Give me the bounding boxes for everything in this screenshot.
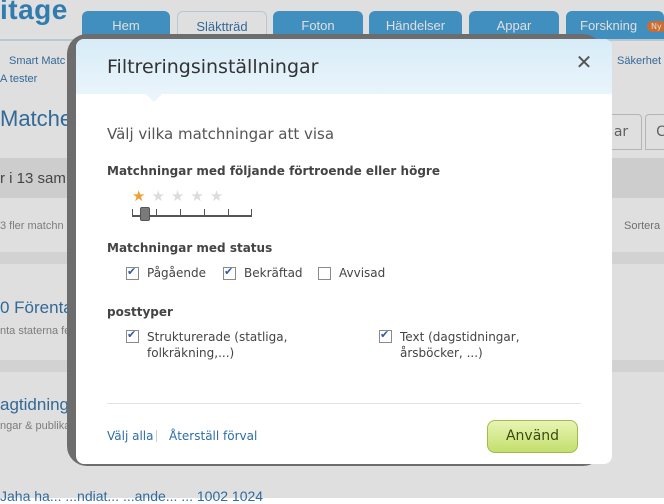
header-notch — [146, 94, 162, 102]
slider-tick — [132, 209, 133, 217]
checkbox-icon[interactable] — [318, 267, 331, 280]
confidence-slider-track[interactable] — [132, 215, 252, 217]
status-label-confirmed: Bekräftad — [244, 266, 303, 280]
status-label-rejected: Avvisad — [339, 266, 386, 280]
star-icon[interactable]: ★ — [151, 187, 170, 205]
status-checkbox-rejected[interactable]: Avvisad — [318, 266, 385, 280]
checkbox-icon[interactable] — [126, 328, 139, 343]
apply-button[interactable]: Använd — [487, 420, 578, 453]
status-label-pending: Pågående — [147, 266, 207, 280]
status-checkbox-confirmed[interactable]: Bekräftad — [223, 265, 303, 280]
dialog-title: Filtreringsinställningar — [107, 56, 319, 78]
slider-tick — [251, 209, 252, 217]
confidence-slider-handle[interactable] — [140, 207, 150, 221]
star-icon[interactable]: ★ — [132, 187, 151, 205]
checkbox-icon[interactable] — [126, 265, 139, 280]
close-icon[interactable]: ✕ — [572, 50, 596, 74]
checkbox-icon[interactable] — [223, 265, 236, 280]
reset-default-link[interactable]: Återställ förval — [169, 429, 257, 443]
posttype-label-structured: Strukturerade (statliga, folkräkning,...… — [147, 330, 288, 360]
slider-tick — [180, 209, 181, 217]
slider-tick — [228, 209, 229, 217]
slider-tick — [204, 209, 205, 217]
status-checkbox-pending[interactable]: Pågående — [126, 265, 207, 280]
confidence-label: Matchningar med följande förtroende elle… — [107, 164, 440, 178]
posttype-label-text: Text (dagstidningar, årsböcker, ...) — [400, 330, 520, 360]
status-label: Matchningar med status — [107, 241, 273, 255]
dialog-subtitle: Välj vilka matchningar att visa — [107, 125, 335, 143]
posttype-checkbox-structured[interactable]: Strukturerade (statliga, folkräkning,...… — [126, 328, 366, 361]
confidence-stars[interactable]: ★★★★★ — [132, 187, 229, 205]
checkbox-icon[interactable] — [379, 328, 392, 343]
footer-divider — [107, 403, 581, 404]
star-icon[interactable]: ★ — [190, 187, 209, 205]
link-divider — [156, 430, 157, 442]
slider-tick — [156, 209, 157, 217]
posttypes-label: posttyper — [107, 305, 173, 319]
select-all-link[interactable]: Välj alla — [107, 429, 154, 443]
star-icon[interactable]: ★ — [210, 187, 229, 205]
posttype-checkbox-text[interactable]: Text (dagstidningar, årsböcker, ...) — [379, 328, 579, 361]
filter-settings-dialog: Filtreringsinställningar ✕ Välj vilka ma… — [76, 39, 612, 464]
star-icon[interactable]: ★ — [171, 187, 190, 205]
